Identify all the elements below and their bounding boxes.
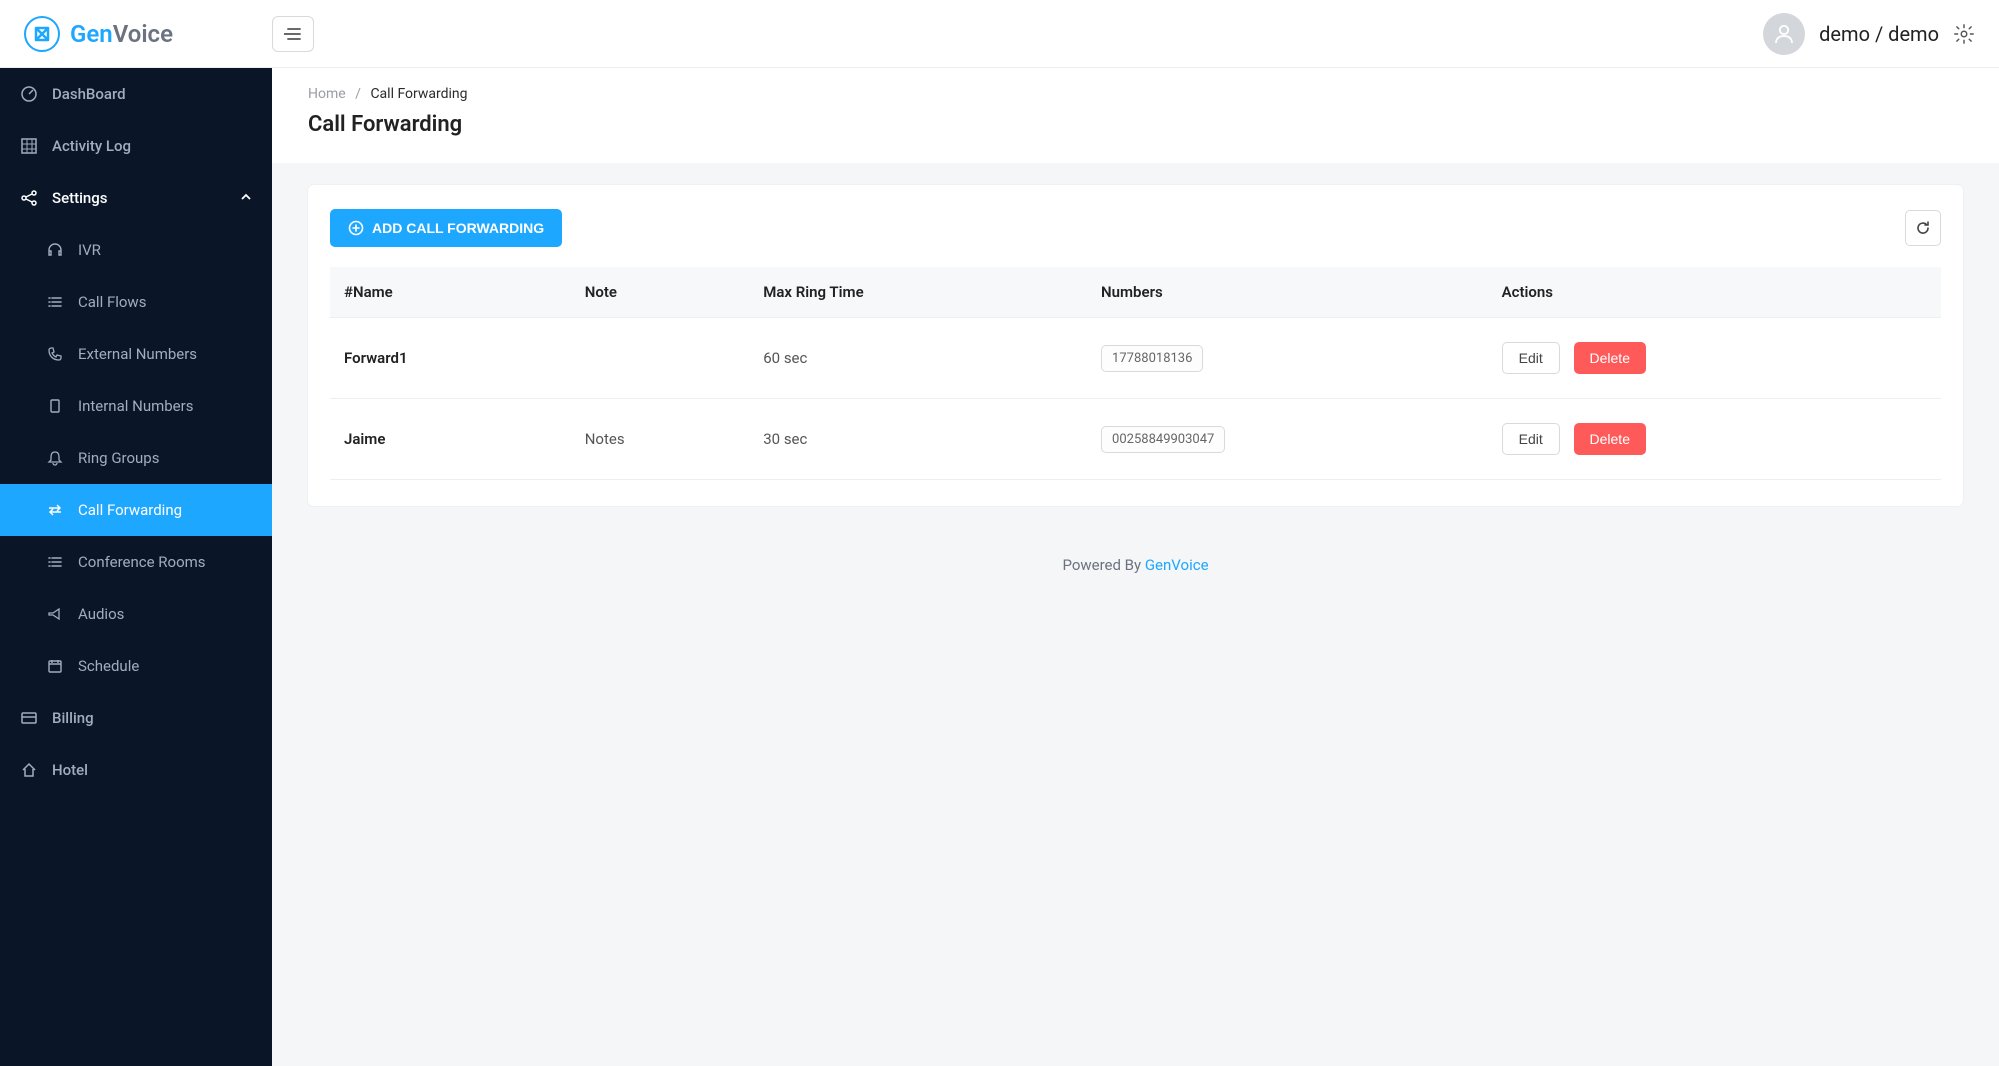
cell-note [571, 318, 750, 399]
sidebar-item-schedule[interactable]: Schedule [0, 640, 272, 692]
sidebar-item-hotel[interactable]: Hotel [0, 744, 272, 796]
logo-icon [24, 16, 60, 52]
sidebar-item-conference-rooms[interactable]: Conference Rooms [0, 536, 272, 588]
edit-button[interactable]: Edit [1502, 342, 1560, 374]
plus-circle-icon [348, 220, 364, 236]
user-icon [1772, 22, 1796, 46]
sidebar-item-call-forwarding[interactable]: Call Forwarding [0, 484, 272, 536]
sidebar-item-activity-log[interactable]: Activity Log [0, 120, 272, 172]
calendar-icon [46, 657, 64, 675]
sidebar-item-audios[interactable]: Audios [0, 588, 272, 640]
forwarding-table: #Name Note Max Ring Time Numbers Actions… [330, 267, 1941, 480]
username[interactable]: demo / demo [1819, 22, 1939, 46]
avatar[interactable] [1763, 13, 1805, 55]
th-name: #Name [330, 267, 571, 318]
sidebar-section-label: Settings [52, 189, 108, 207]
th-note: Note [571, 267, 750, 318]
page-title: Call Forwarding [308, 112, 1963, 137]
breadcrumb: Home / Call Forwarding [308, 86, 1963, 102]
cell-actions: Edit Delete [1488, 318, 1941, 399]
add-call-forwarding-button[interactable]: ADD CALL FORWARDING [330, 209, 562, 247]
delete-button[interactable]: Delete [1574, 423, 1646, 455]
card-icon [20, 709, 38, 727]
menu-icon [284, 27, 302, 41]
grid-icon [20, 137, 38, 155]
main-panel: ADD CALL FORWARDING #Name Note Max Ring … [308, 185, 1963, 506]
cell-name: Forward1 [330, 318, 571, 399]
sidebar: DashBoard Activity Log Settings IVR Call… [0, 68, 272, 1066]
sidebar-item-label: Audios [78, 605, 124, 623]
footer-prefix: Powered By [1062, 556, 1144, 574]
sidebar-item-ivr[interactable]: IVR [0, 224, 272, 276]
breadcrumb-sep: / [355, 86, 361, 102]
share-icon [20, 189, 38, 207]
cell-numbers: 00258849903047 [1087, 399, 1488, 480]
sidebar-item-label: Billing [52, 709, 94, 727]
th-actions: Actions [1488, 267, 1941, 318]
sidebar-item-billing[interactable]: Billing [0, 692, 272, 744]
th-ring: Max Ring Time [749, 267, 1087, 318]
breadcrumb-home[interactable]: Home [308, 86, 346, 102]
brand-part1: Gen [70, 20, 113, 48]
sidebar-item-ring-groups[interactable]: Ring Groups [0, 432, 272, 484]
headset-icon [46, 241, 64, 259]
cell-note: Notes [571, 399, 750, 480]
number-tag: 17788018136 [1101, 345, 1203, 372]
refresh-button[interactable] [1905, 210, 1941, 246]
gear-icon [1953, 23, 1975, 45]
device-icon [46, 397, 64, 415]
sidebar-item-internal-numbers[interactable]: Internal Numbers [0, 380, 272, 432]
sidebar-item-label: Schedule [78, 657, 139, 675]
footer-link[interactable]: GenVoice [1145, 556, 1209, 574]
footer: Powered By GenVoice [272, 528, 1999, 602]
settings-button[interactable] [1953, 23, 1975, 45]
cell-numbers: 17788018136 [1087, 318, 1488, 399]
table-row: Jaime Notes 30 sec 00258849903047 Edit D… [330, 399, 1941, 480]
sidebar-item-label: Call Flows [78, 293, 146, 311]
sidebar-item-label: External Numbers [78, 345, 197, 363]
sidebar-item-label: Hotel [52, 761, 88, 779]
number-tag: 00258849903047 [1101, 426, 1225, 453]
chevron-up-icon [240, 189, 252, 207]
sidebar-item-label: Ring Groups [78, 449, 159, 467]
refresh-icon [1914, 219, 1932, 237]
page-header: Home / Call Forwarding Call Forwarding [272, 68, 1999, 163]
add-button-label: ADD CALL FORWARDING [372, 220, 544, 236]
list-icon [46, 553, 64, 571]
cell-name: Jaime [330, 399, 571, 480]
megaphone-icon [46, 605, 64, 623]
sidebar-item-external-numbers[interactable]: External Numbers [0, 328, 272, 380]
cell-actions: Edit Delete [1488, 399, 1941, 480]
sidebar-item-label: DashBoard [52, 85, 126, 103]
sidebar-item-dashboard[interactable]: DashBoard [0, 68, 272, 120]
sidebar-item-label: Activity Log [52, 137, 131, 155]
user-area: demo / demo [1763, 13, 1975, 55]
sidebar-item-label: Call Forwarding [78, 501, 182, 519]
panel-toolbar: ADD CALL FORWARDING [330, 209, 1941, 247]
edit-button[interactable]: Edit [1502, 423, 1560, 455]
sidebar-item-label: Conference Rooms [78, 553, 206, 571]
bell-icon [46, 449, 64, 467]
cell-ring: 30 sec [749, 399, 1087, 480]
cell-ring: 60 sec [749, 318, 1087, 399]
table-row: Forward1 60 sec 17788018136 Edit Delete [330, 318, 1941, 399]
dashboard-icon [20, 85, 38, 103]
brand-part2: Voice [113, 20, 173, 48]
sidebar-section-settings[interactable]: Settings [0, 172, 272, 224]
list-icon [46, 293, 64, 311]
sidebar-item-label: Internal Numbers [78, 397, 193, 415]
home-icon [20, 761, 38, 779]
content: Home / Call Forwarding Call Forwarding A… [272, 68, 1999, 1066]
sidebar-item-call-flows[interactable]: Call Flows [0, 276, 272, 328]
breadcrumb-current: Call Forwarding [370, 86, 467, 102]
phone-icon [46, 345, 64, 363]
delete-button[interactable]: Delete [1574, 342, 1646, 374]
logo[interactable]: GenVoice [24, 16, 272, 52]
sidebar-item-label: IVR [78, 241, 101, 259]
sidebar-toggle-button[interactable] [272, 16, 314, 52]
th-numbers: Numbers [1087, 267, 1488, 318]
swap-icon [46, 501, 64, 519]
topbar: GenVoice demo / demo [0, 0, 1999, 68]
